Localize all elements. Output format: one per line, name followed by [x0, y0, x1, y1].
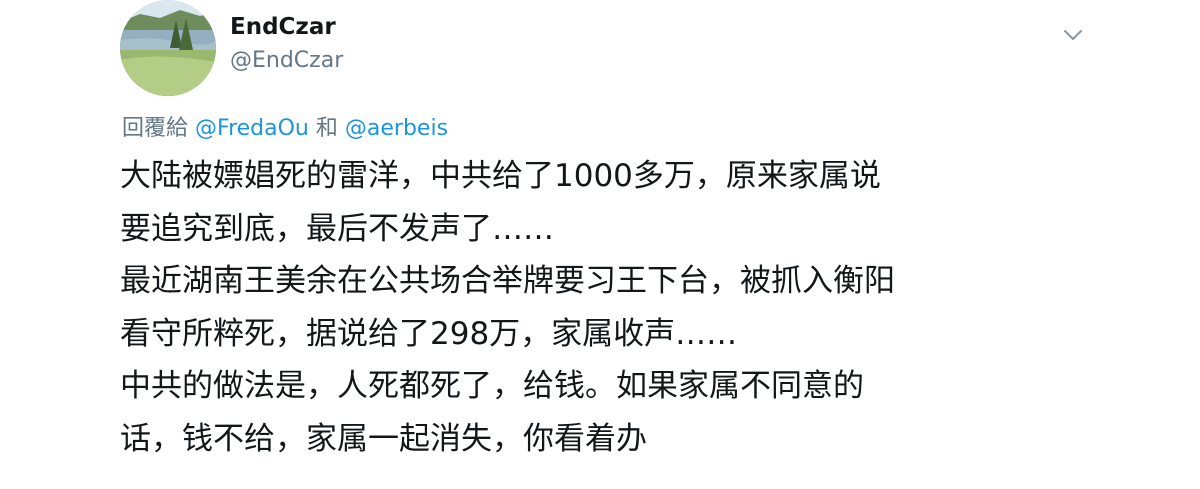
reply-connector: 和: [315, 116, 338, 141]
avatar[interactable]: [120, 0, 216, 96]
tweet-text-line: 大陆被嫖娼死的雷洋，中共给了1000多万，原来家属说: [120, 158, 881, 194]
tweet-text-line: 中共的做法是，人死都死了，给钱。如果家属不同意的: [120, 368, 864, 404]
reply-to-line: 回覆給 @FredaOu 和 @aerbeis: [122, 110, 448, 142]
tweet-text-line: 要追究到底，最后不发声了……: [120, 210, 554, 247]
chevron-down-icon[interactable]: [1062, 24, 1084, 46]
tweet-text-line: 话，钱不给，家属一起消失，你看着办: [120, 420, 647, 457]
tweet-text-line: 最近湖南王美余在公共场合举牌要习王下台，被抓入衡阳: [120, 263, 895, 299]
user-handle[interactable]: @EndCzar: [230, 48, 343, 73]
reply-prefix: 回覆給: [122, 116, 189, 141]
tweet-text: 大陆被嫖娼死的雷洋，中共给了1000多万，原来家属说 要追究到底，最后不发声了……: [120, 150, 1120, 465]
avatar-landscape-image: [120, 0, 216, 96]
mention-link-fredaou[interactable]: @FredaOu: [195, 116, 309, 141]
tweet-text-line: 看守所粹死，据说给了298万，家属收声……: [120, 315, 738, 352]
mention-link-aerbeis[interactable]: @aerbeis: [345, 116, 448, 141]
tweet: EndCzar @EndCzar 回覆給 @FredaOu 和 @aerbeis…: [0, 0, 1200, 489]
display-name[interactable]: EndCzar: [230, 14, 336, 40]
